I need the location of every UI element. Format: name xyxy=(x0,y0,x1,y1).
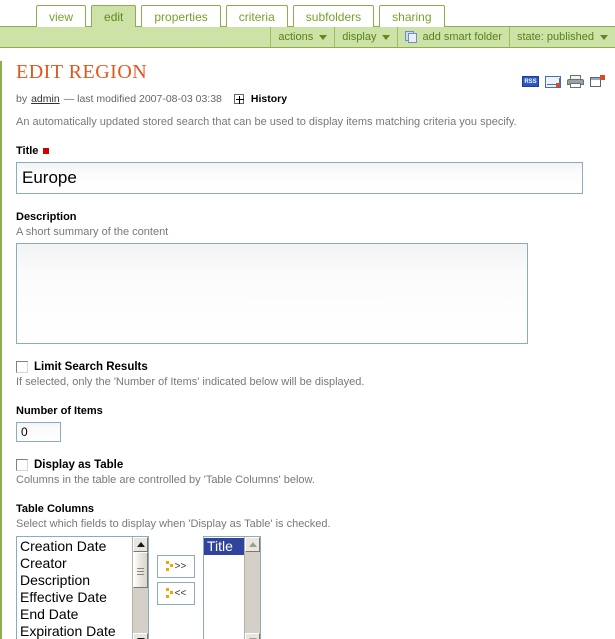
tab-label: sharing xyxy=(392,10,432,24)
content-type-description: An automatically updated stored search t… xyxy=(16,116,517,128)
add-smart-folder-label: add smart folder xyxy=(422,31,502,43)
limit-search-results-row[interactable]: Limit Search Results xyxy=(16,361,615,373)
list-item[interactable]: End Date xyxy=(17,606,132,623)
description-input[interactable] xyxy=(16,243,528,344)
rss-icon[interactable]: RSS xyxy=(522,76,539,87)
description-field-help: A short summary of the content xyxy=(16,226,169,238)
available-columns-listbox[interactable]: Creation Date Creator Description Effect… xyxy=(16,536,149,639)
tab-edit[interactable]: edit xyxy=(91,5,137,27)
chevron-down-icon xyxy=(382,34,391,40)
tab-properties[interactable]: properties xyxy=(141,5,221,27)
tab-subfolders[interactable]: subfolders xyxy=(292,5,375,27)
limit-search-results-checkbox[interactable] xyxy=(16,361,28,373)
selected-columns-scrollbar[interactable] xyxy=(244,537,260,639)
tab-sharing[interactable]: sharing xyxy=(379,5,445,27)
display-menu-label: display xyxy=(342,31,377,43)
content-tabs: view edit properties criteria subfolders… xyxy=(0,0,615,27)
display-menu[interactable]: display xyxy=(334,27,397,47)
tab-view[interactable]: view xyxy=(36,5,87,27)
tab-label: subfolders xyxy=(305,10,362,24)
field-table-columns: Table Columns Select which fields to dis… xyxy=(16,503,615,639)
tab-label: view xyxy=(49,10,74,24)
display-as-table-row[interactable]: Display as Table xyxy=(16,459,615,471)
tab-criteria[interactable]: criteria xyxy=(225,5,288,27)
available-columns-items: Creation Date Creator Description Effect… xyxy=(17,537,132,639)
byline-modified: — last modified 2007-08-03 03:38 xyxy=(63,93,222,105)
available-columns-scrollbar[interactable] xyxy=(132,537,148,639)
field-number-of-items: Number of Items xyxy=(16,405,615,442)
selected-columns-items: Title xyxy=(204,537,244,639)
smart-folder-icon xyxy=(405,31,418,43)
list-item[interactable]: Expiration Date xyxy=(17,623,132,639)
byline-prefix: by xyxy=(16,93,28,105)
transfer-buttons: >> << xyxy=(157,555,195,605)
table-columns-help: Select which fields to display when 'Dis… xyxy=(16,518,331,530)
remove-column-button[interactable]: << xyxy=(157,582,195,605)
display-as-table-checkbox[interactable] xyxy=(16,459,28,471)
scroll-down-button[interactable] xyxy=(133,633,148,639)
title-input[interactable] xyxy=(16,162,583,194)
arrow-up-icon xyxy=(136,542,145,547)
move-left-icon xyxy=(165,588,173,599)
tab-label: properties xyxy=(154,10,208,24)
scrollbar-track[interactable] xyxy=(133,552,148,633)
expand-history-icon[interactable] xyxy=(233,94,244,104)
list-item[interactable]: Effective Date xyxy=(17,589,132,606)
display-as-table-help: Columns in the table are controlled by '… xyxy=(16,474,315,486)
actions-menu-label: actions xyxy=(278,31,314,43)
limit-search-results-label: Limit Search Results xyxy=(34,361,148,373)
description-field-label: Description xyxy=(16,211,77,223)
email-icon[interactable] xyxy=(545,75,561,88)
scroll-down-button[interactable] xyxy=(245,633,260,639)
table-columns-dual-list: Creation Date Creator Description Effect… xyxy=(16,536,615,639)
title-field-label: Title xyxy=(16,145,39,157)
remove-column-label: << xyxy=(174,588,187,599)
content-area: RSS EDIT REGION by admin — last modified… xyxy=(0,61,615,639)
tab-label: edit xyxy=(104,10,124,24)
workflow-state-label: state: published xyxy=(516,31,594,43)
arrow-up-icon xyxy=(248,542,257,547)
history-label[interactable]: History xyxy=(251,93,287,105)
number-of-items-input[interactable] xyxy=(16,422,61,442)
print-icon[interactable] xyxy=(567,75,584,88)
table-columns-label: Table Columns xyxy=(16,503,95,515)
field-description: Description A short summary of the conte… xyxy=(16,211,615,344)
list-item[interactable]: Creation Date xyxy=(17,538,132,555)
byline: by admin — last modified 2007-08-03 03:3… xyxy=(16,93,615,105)
limit-search-results-help: If selected, only the 'Number of Items' … xyxy=(16,376,365,388)
scrollbar-thumb[interactable] xyxy=(133,552,148,588)
workflow-state-menu[interactable]: state: published xyxy=(508,27,615,47)
display-as-table-label: Display as Table xyxy=(34,459,124,471)
scroll-up-button[interactable] xyxy=(245,537,260,552)
add-column-label: >> xyxy=(174,561,187,572)
scrollbar-track[interactable] xyxy=(245,552,260,633)
selected-columns-listbox[interactable]: Title xyxy=(203,536,261,639)
field-title: Title xyxy=(16,145,615,194)
field-display-as-table: Display as Table Columns in the table ar… xyxy=(16,459,615,486)
action-toolbar: actions display add smart folder state: … xyxy=(0,26,615,48)
list-item[interactable]: Creator xyxy=(17,555,132,572)
tab-label: criteria xyxy=(238,10,275,24)
move-right-icon xyxy=(165,561,173,572)
actions-menu[interactable]: actions xyxy=(270,27,334,47)
document-actions: RSS xyxy=(522,75,605,88)
add-smart-folder-button[interactable]: add smart folder xyxy=(397,27,508,47)
add-column-button[interactable]: >> xyxy=(157,555,195,578)
list-item[interactable]: Description xyxy=(17,572,132,589)
author-link[interactable]: admin xyxy=(31,93,60,105)
title-field-label-row: Title xyxy=(16,145,615,157)
chevron-down-icon xyxy=(600,34,608,40)
list-item[interactable]: Title xyxy=(204,538,244,555)
scroll-up-button[interactable] xyxy=(133,537,148,552)
required-marker-icon xyxy=(43,148,50,154)
chevron-down-icon xyxy=(319,34,328,40)
send-icon[interactable] xyxy=(590,75,605,88)
number-of-items-label: Number of Items xyxy=(16,405,103,417)
field-limit-search-results: Limit Search Results If selected, only t… xyxy=(16,361,615,388)
